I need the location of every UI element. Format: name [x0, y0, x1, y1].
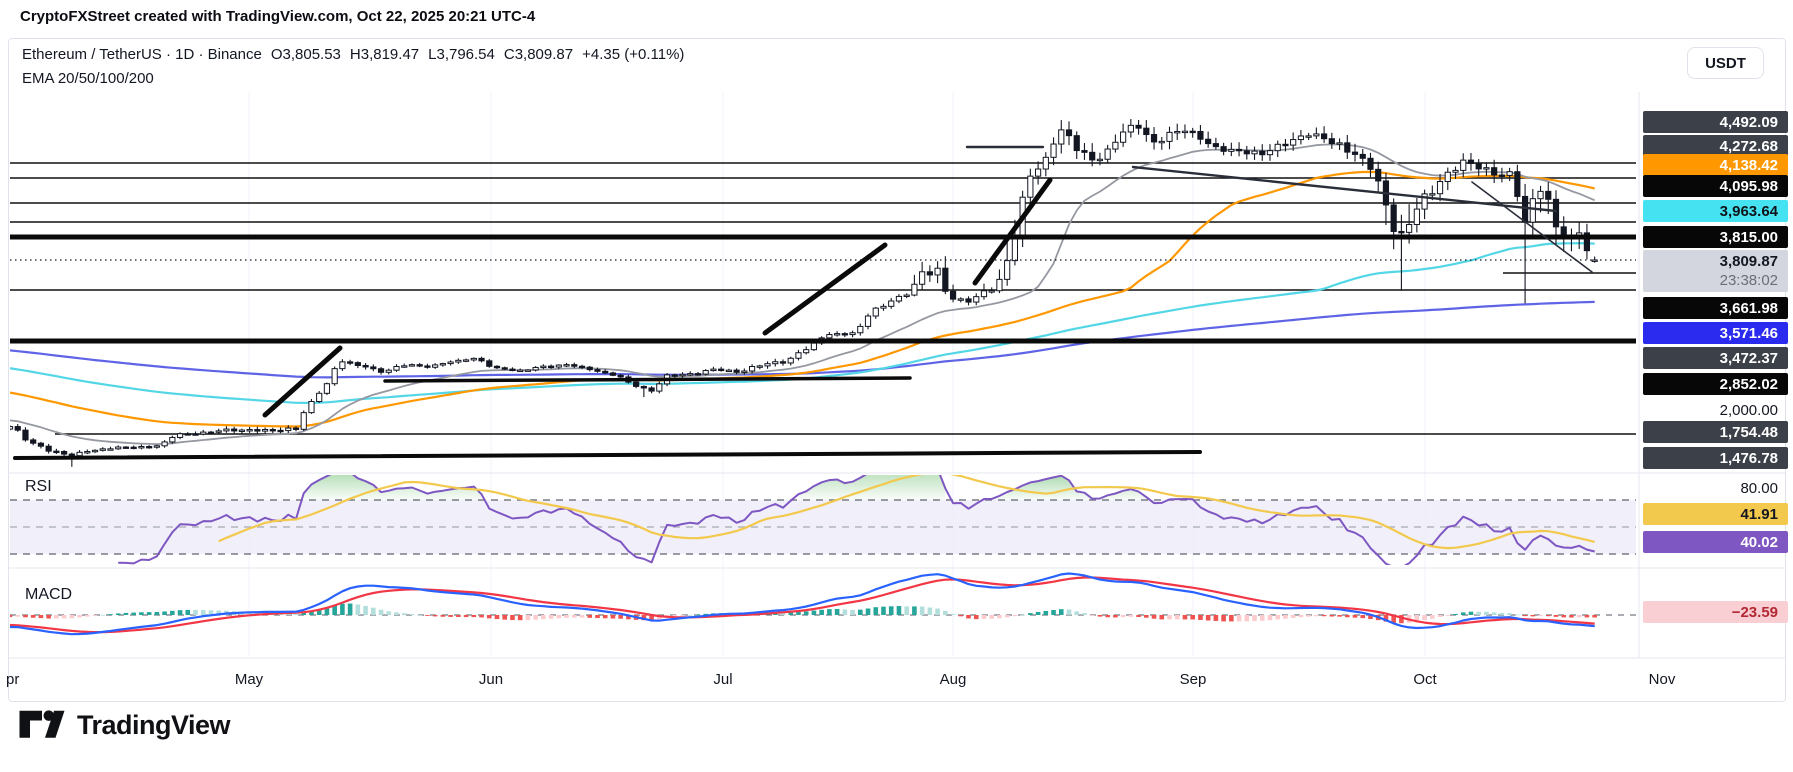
tradingview-logo-icon — [18, 706, 66, 744]
price-axis-label: 40.02 — [1643, 531, 1788, 553]
ohlc-low: L3,796.54 — [428, 46, 495, 63]
time-axis-label: May — [235, 671, 263, 688]
price-axis-label: 3,815.00 — [1643, 226, 1788, 248]
bar-countdown: 23:38:02 — [1720, 272, 1778, 290]
price-axis-label: 4,492.09 — [1643, 111, 1788, 133]
price-axis-label: 3,661.98 — [1643, 297, 1788, 319]
symbol-title: Ethereum / TetherUS · 1D · Binance — [22, 46, 262, 63]
chart-legend[interactable]: Ethereum / TetherUS · 1D · Binance O3,80… — [22, 46, 684, 63]
ohlc-high: H3,819.47 — [350, 46, 419, 63]
time-axis-label: Jul — [713, 671, 732, 688]
time-axis-label: Oct — [1413, 671, 1436, 688]
ema-indicator-legend[interactable]: EMA 20/50/100/200 — [22, 70, 154, 87]
ohlc-close: C3,809.87 — [504, 46, 573, 63]
brand-name: TradingView — [77, 710, 230, 741]
price-axis-label: 3,571.46 — [1643, 322, 1788, 344]
chart-canvas[interactable] — [0, 0, 1793, 772]
time-axis-label: Jun — [479, 671, 503, 688]
time-axis-label: Aug — [940, 671, 967, 688]
price-axis-label: 1,754.48 — [1643, 421, 1788, 443]
time-axis-label: Sep — [1180, 671, 1207, 688]
price-axis-label: 4,095.98 — [1643, 175, 1788, 197]
currency-toggle-button[interactable]: USDT — [1687, 47, 1764, 79]
brand-footer: TradingView — [18, 706, 230, 744]
price-axis-label: 3,963.64 — [1643, 200, 1788, 222]
macd-pane-label[interactable]: MACD — [25, 586, 72, 604]
rsi-pane-label[interactable]: RSI — [25, 478, 52, 496]
price-axis-label: 2,000.00 — [1643, 399, 1788, 421]
ohlc-open: O3,805.53 — [271, 46, 341, 63]
ohlc-change: +4.35 (+0.11%) — [582, 46, 684, 63]
price-axis-label: 41.91 — [1643, 503, 1788, 525]
price-axis-label: 3,472.37 — [1643, 347, 1788, 369]
last-price-value: 3,809.87 — [1720, 252, 1778, 272]
time-axis-label: pr — [6, 671, 19, 688]
time-axis-label: Nov — [1649, 671, 1676, 688]
price-axis-label: 2,852.02 — [1643, 373, 1788, 395]
price-axis-label: 3,809.8723:38:02 — [1643, 250, 1788, 292]
price-axis-label: 1,476.78 — [1643, 447, 1788, 469]
price-axis-label: 4,138.42 — [1643, 154, 1788, 176]
tradingview-published-chart: CryptoFXStreet created with TradingView.… — [0, 0, 1793, 772]
price-axis-label: 80.00 — [1643, 477, 1788, 499]
price-axis-label: −23.59 — [1643, 601, 1788, 623]
